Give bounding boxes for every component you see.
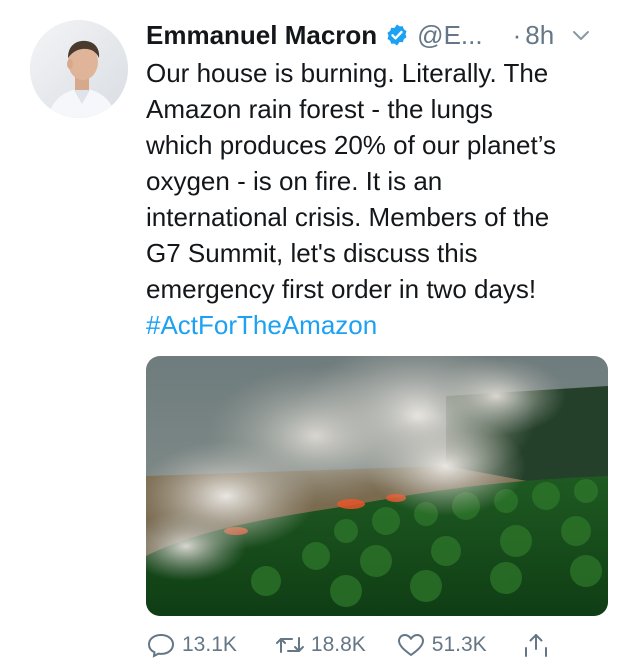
like-count: 51.3K bbox=[431, 633, 487, 656]
tweet-text: Our house is burning. Literally. The Ama… bbox=[146, 55, 616, 343]
tweet-actions: 13.1K 18.8K 51.3K bbox=[146, 630, 616, 660]
chevron-down-icon[interactable] bbox=[570, 24, 592, 46]
retweet-button[interactable]: 18.8K bbox=[275, 632, 366, 658]
hashtag-link[interactable]: #ActForTheAmazon bbox=[146, 307, 616, 343]
share-icon bbox=[524, 634, 547, 657]
author-handle[interactable]: @E... bbox=[417, 20, 482, 51]
tweet-text-line: Amazon rain forest - the lungs bbox=[146, 94, 493, 124]
avatar[interactable] bbox=[30, 20, 128, 118]
author-display-name[interactable]: Emmanuel Macron bbox=[146, 20, 377, 51]
tweet-text-line: emergency first order in two days! bbox=[146, 274, 537, 304]
avatar-image bbox=[30, 20, 128, 118]
tweet-text-line: G7 Summit, let's discuss this bbox=[146, 238, 478, 268]
reply-icon bbox=[147, 633, 175, 658]
heart-icon bbox=[397, 634, 424, 656]
like-button[interactable]: 51.3K bbox=[396, 632, 487, 658]
tweet-timestamp[interactable]: 8h bbox=[525, 20, 554, 51]
retweet-count: 18.8K bbox=[310, 633, 366, 656]
tweet-media-image[interactable] bbox=[146, 356, 608, 616]
tweet-text-line: international crisis. Members of the bbox=[146, 202, 550, 232]
separator-dot: · bbox=[512, 19, 522, 50]
share-button[interactable] bbox=[521, 632, 551, 658]
tweet[interactable]: Emmanuel Macron @E... · 8h Our house is … bbox=[0, 0, 640, 661]
reply-button[interactable]: 13.1K bbox=[146, 632, 237, 658]
retweet-icon bbox=[275, 637, 304, 653]
tweet-header: Emmanuel Macron @E... · 8h bbox=[146, 14, 616, 56]
verified-badge-icon bbox=[385, 23, 409, 47]
tweet-text-line: which produces 20% of our planet’s bbox=[146, 130, 556, 160]
tweet-text-line: Our house is burning. Literally. The bbox=[146, 58, 549, 88]
tweet-text-line: oxygen - is on fire. It is an bbox=[146, 166, 443, 196]
reply-count: 13.1K bbox=[182, 633, 237, 656]
